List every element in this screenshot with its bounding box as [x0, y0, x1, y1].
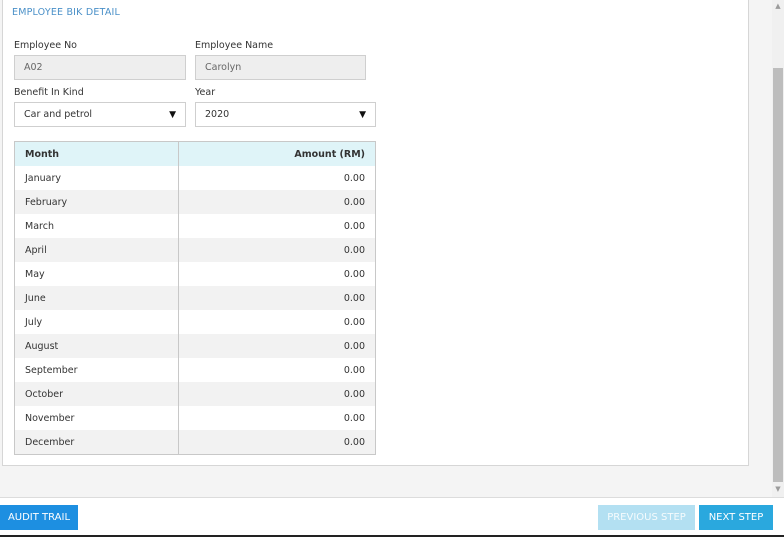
employee-no-label: Employee No	[14, 40, 77, 51]
month-cell: December	[15, 430, 179, 454]
audit-trail-button[interactable]: AUDIT TRAIL	[0, 505, 78, 530]
amount-cell: 0.00	[343, 364, 365, 376]
month-cell: March	[15, 214, 179, 238]
amount-header: Amount (RM)	[294, 148, 365, 160]
previous-step-button[interactable]: PREVIOUS STEP	[598, 505, 695, 530]
table-row[interactable]: September 0.00	[15, 358, 375, 382]
amount-cell: 0.00	[343, 196, 365, 208]
content-viewport: EMPLOYEE BIK DETAIL Employee No A02 Empl…	[0, 0, 772, 497]
month-cell: April	[15, 238, 179, 262]
amount-cell: 0.00	[343, 412, 365, 424]
table-row[interactable]: April 0.00	[15, 238, 375, 262]
employee-name-value: Carolyn	[205, 62, 242, 73]
action-footer: AUDIT TRAIL PREVIOUS STEP NEXT STEP	[0, 497, 784, 537]
year-selected-value: 2020	[205, 109, 230, 120]
table-row[interactable]: May 0.00	[15, 262, 375, 286]
table-row[interactable]: October 0.00	[15, 382, 375, 406]
table-row[interactable]: February 0.00	[15, 190, 375, 214]
month-cell: August	[15, 334, 179, 358]
amount-cell: 0.00	[343, 388, 365, 400]
table-header-row: Month Amount (RM)	[15, 142, 375, 166]
month-cell: January	[15, 166, 179, 190]
table-row[interactable]: November 0.00	[15, 406, 375, 430]
scroll-down-icon[interactable]: ▼	[772, 483, 784, 495]
year-select[interactable]: 2020 ▼	[195, 102, 376, 127]
table-row[interactable]: December 0.00	[15, 430, 375, 454]
month-cell: May	[15, 262, 179, 286]
month-cell: February	[15, 190, 179, 214]
scroll-up-icon[interactable]: ▲	[772, 0, 784, 12]
scrollbar-thumb[interactable]	[773, 68, 783, 482]
employee-no-value: A02	[24, 62, 43, 73]
bik-detail-card: EMPLOYEE BIK DETAIL Employee No A02 Empl…	[2, 0, 749, 466]
bik-selected-value: Car and petrol	[24, 109, 93, 120]
amount-cell: 0.00	[343, 220, 365, 232]
year-label: Year	[195, 87, 216, 98]
amount-cell: 0.00	[343, 436, 365, 448]
bik-select[interactable]: Car and petrol ▼	[14, 102, 186, 127]
table-row[interactable]: January 0.00	[15, 166, 375, 190]
amount-cell: 0.00	[343, 292, 365, 304]
month-cell: July	[15, 310, 179, 334]
employee-name-field: Carolyn	[195, 55, 366, 80]
amount-cell: 0.00	[343, 340, 365, 352]
month-cell: November	[15, 406, 179, 430]
bik-table: Month Amount (RM) January 0.00 February …	[14, 141, 376, 455]
amount-cell: 0.00	[343, 316, 365, 328]
amount-cell: 0.00	[343, 172, 365, 184]
vertical-scrollbar[interactable]: ▲ ▼	[772, 0, 784, 497]
month-cell: June	[15, 286, 179, 310]
month-header: Month	[15, 142, 179, 166]
bik-label: Benefit In Kind	[14, 87, 84, 98]
section-title: EMPLOYEE BIK DETAIL	[12, 7, 121, 18]
table-row[interactable]: July 0.00	[15, 310, 375, 334]
table-row[interactable]: June 0.00	[15, 286, 375, 310]
table-row[interactable]: March 0.00	[15, 214, 375, 238]
amount-cell: 0.00	[343, 268, 365, 280]
employee-no-field: A02	[14, 55, 186, 80]
chevron-down-icon: ▼	[169, 109, 176, 120]
month-cell: October	[15, 382, 179, 406]
next-step-button[interactable]: NEXT STEP	[699, 505, 773, 530]
amount-cell: 0.00	[343, 244, 365, 256]
employee-name-label: Employee Name	[195, 40, 274, 51]
month-cell: September	[15, 358, 179, 382]
table-row[interactable]: August 0.00	[15, 334, 375, 358]
chevron-down-icon: ▼	[359, 109, 366, 120]
